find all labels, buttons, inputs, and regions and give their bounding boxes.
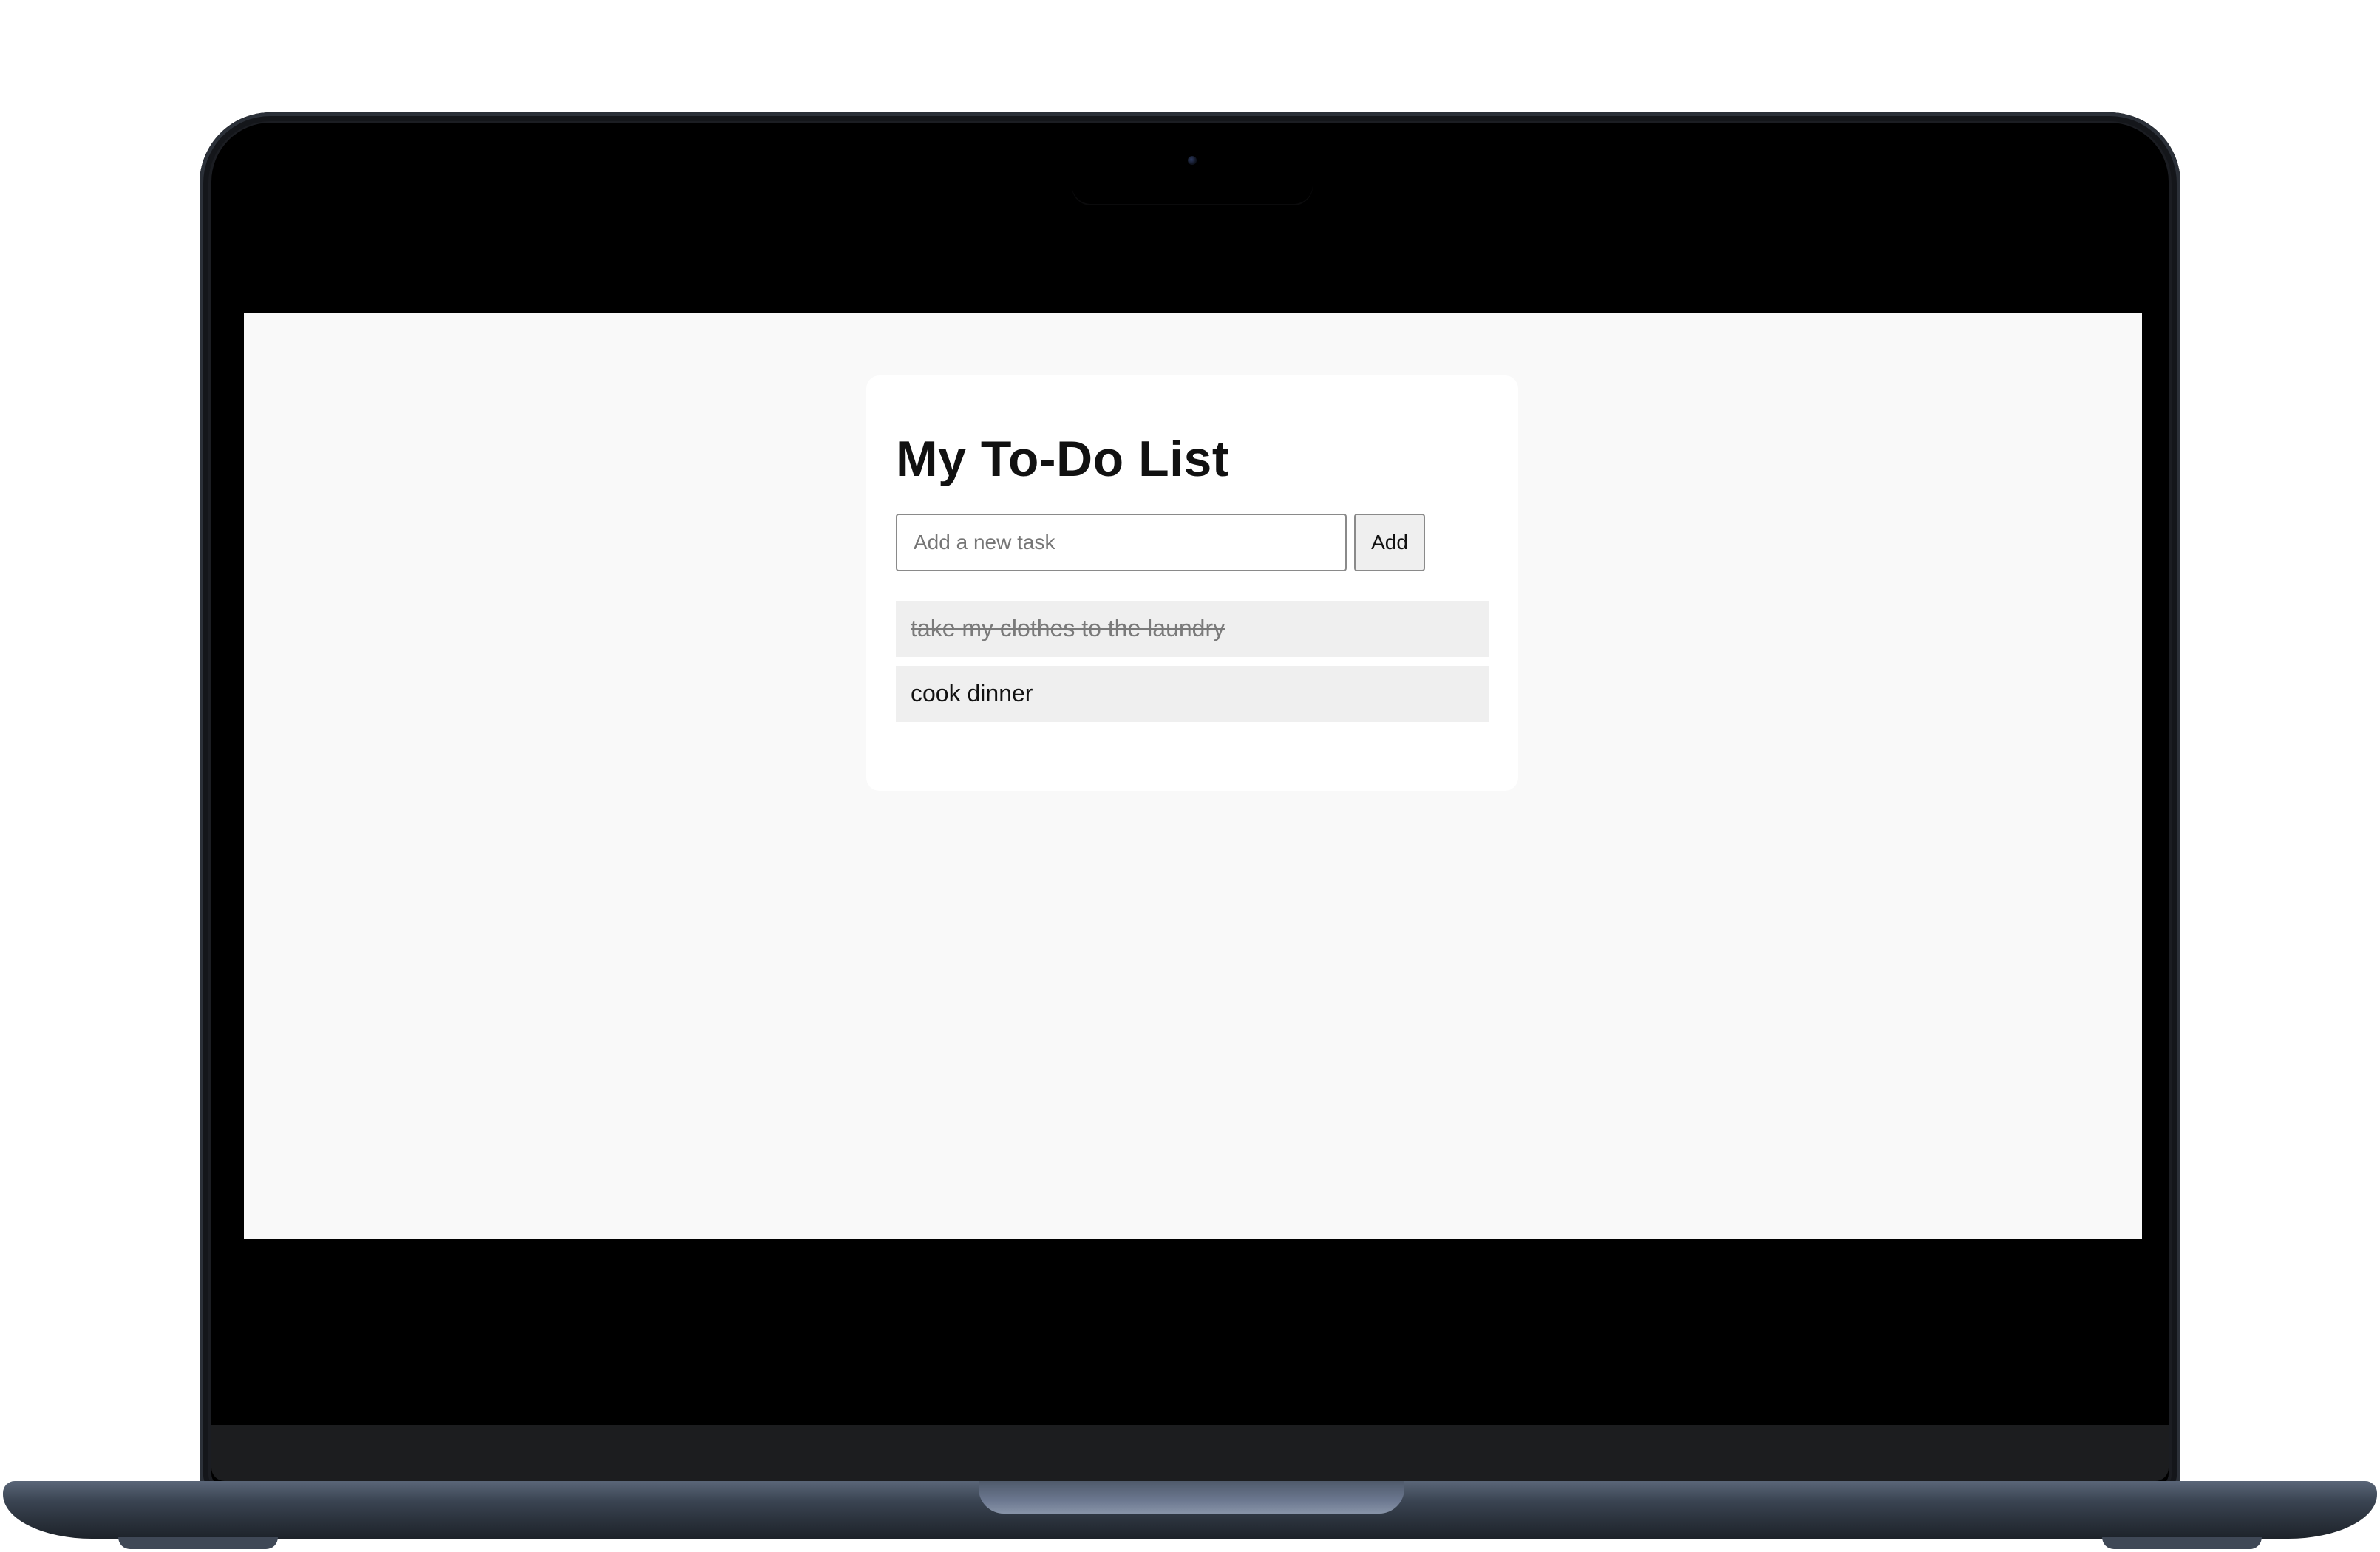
- task-list: take my clothes to the laundry cook dinn…: [896, 600, 1489, 722]
- laptop-foot-right: [2102, 1537, 2262, 1549]
- task-item[interactable]: cook dinner: [896, 665, 1489, 722]
- app-viewport: My To-Do List Add take my clothes to the…: [244, 313, 2142, 1239]
- task-item-completed[interactable]: take my clothes to the laundry: [896, 600, 1489, 657]
- camera-icon: [1188, 156, 1197, 165]
- lid-bottom-strip: [211, 1425, 2169, 1481]
- new-task-input[interactable]: [896, 513, 1347, 571]
- todo-card: My To-Do List Add take my clothes to the…: [866, 375, 1518, 791]
- laptop-foot-left: [118, 1537, 278, 1549]
- trackpad-notch: [979, 1481, 1404, 1514]
- new-task-row: Add: [896, 513, 1489, 571]
- page-title: My To-Do List: [896, 431, 1229, 487]
- add-task-button[interactable]: Add: [1354, 513, 1425, 571]
- laptop-mockup-scene: My To-Do List Add take my clothes to the…: [0, 0, 2380, 1552]
